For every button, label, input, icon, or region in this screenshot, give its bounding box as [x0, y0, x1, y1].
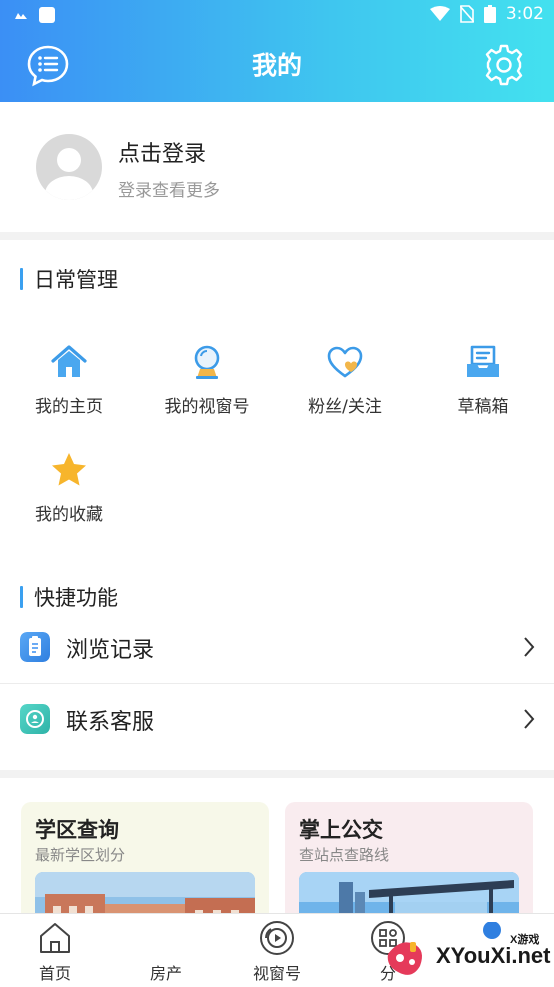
chevron-right-icon — [524, 637, 535, 657]
section-accent-bar — [20, 268, 23, 290]
status-time: 3:02 — [505, 4, 544, 24]
daily-item-label: 我的收藏 — [35, 505, 103, 525]
daily-item-fans[interactable]: 粉丝/关注 — [276, 342, 414, 417]
tab-property[interactable]: 房产 — [111, 914, 221, 987]
daily-item-favorites[interactable]: 我的收藏 — [0, 450, 138, 525]
section-title-daily: 日常管理 — [20, 264, 118, 294]
home-icon — [51, 345, 87, 377]
battery-icon — [483, 5, 496, 23]
wifi-icon — [429, 6, 450, 21]
profile-card[interactable]: 点击登录 登录查看更多 — [0, 102, 554, 232]
tab-home[interactable]: 首页 — [0, 914, 110, 987]
daily-item-label: 粉丝/关注 — [308, 397, 382, 417]
tab-video-window[interactable]: 视窗号 — [222, 914, 332, 987]
daily-item-label: 我的主页 — [35, 397, 103, 417]
card-title: 学区查询 — [35, 818, 119, 842]
section-title-text: 日常管理 — [34, 268, 118, 292]
card-title: 掌上公交 — [299, 818, 383, 842]
tab-label: 视窗号 — [252, 964, 301, 983]
management-panel: 日常管理 我的主页 我的视窗号 粉丝/关注 草稿箱 我的收藏 快捷功能 浏览记录… — [0, 240, 554, 770]
service-cards: 学区查询 最新学区划分 掌上公交 查站点查路线 — [0, 778, 554, 942]
card-subtitle: 查站点查路线 — [299, 846, 390, 864]
crystal-ball-icon — [194, 345, 220, 379]
app-notification-icon — [39, 7, 55, 23]
card-subtitle: 最新学区划分 — [35, 846, 126, 864]
video-window-icon — [260, 921, 294, 955]
daily-item-drafts[interactable]: 草稿箱 — [414, 342, 552, 417]
no-sim-icon — [459, 5, 474, 23]
notification-icon — [15, 13, 27, 19]
star-icon — [52, 453, 86, 486]
status-bar: 3:02 — [0, 0, 554, 30]
daily-item-label: 草稿箱 — [457, 397, 509, 417]
gear-icon[interactable] — [482, 43, 526, 87]
chevron-right-icon — [524, 709, 535, 729]
quick-item-label: 联系客服 — [66, 710, 155, 735]
home-outline-icon — [40, 923, 70, 953]
section-accent-bar — [20, 586, 23, 608]
watermark-text: XYouXi.net — [436, 943, 551, 968]
avatar[interactable] — [36, 134, 102, 200]
daily-item-label: 我的视窗号 — [164, 397, 250, 417]
drafts-icon — [467, 345, 499, 377]
customer-service-icon — [20, 704, 50, 734]
header: 3:02 我的 — [0, 0, 554, 102]
quick-item-label: 浏览记录 — [66, 638, 155, 663]
daily-item-home[interactable]: 我的主页 — [0, 342, 138, 417]
tab-label: 房产 — [149, 964, 182, 983]
heart-icon — [327, 346, 363, 378]
page-title: 我的 — [251, 51, 302, 80]
login-title[interactable]: 点击登录 — [118, 136, 206, 168]
login-subtitle: 登录查看更多 — [118, 181, 220, 201]
daily-item-window[interactable]: 我的视窗号 — [138, 342, 276, 417]
tab-label: 首页 — [38, 964, 71, 983]
section-title-quick: 快捷功能 — [20, 582, 118, 612]
quick-item-support[interactable]: 联系客服 — [0, 684, 554, 756]
history-icon — [20, 632, 50, 662]
section-title-text: 快捷功能 — [34, 586, 118, 610]
quick-item-history[interactable]: 浏览记录 — [0, 612, 554, 684]
